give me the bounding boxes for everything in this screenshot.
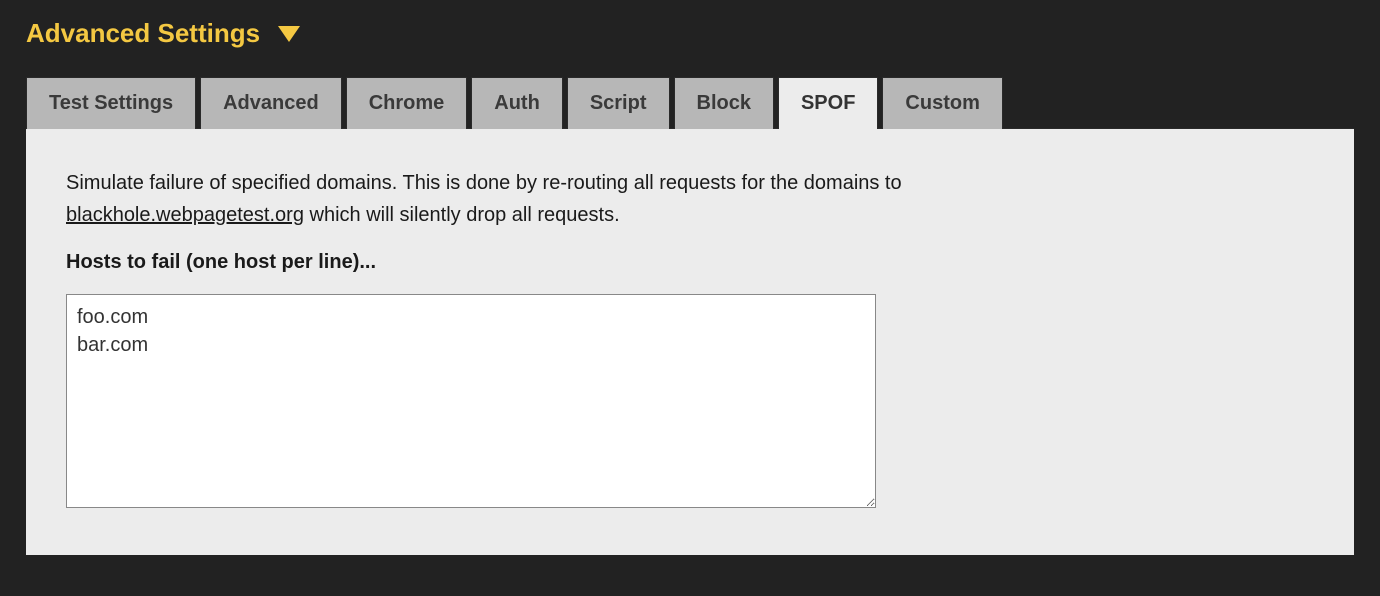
triangle-down-icon	[278, 26, 300, 42]
advanced-settings-title: Advanced Settings	[26, 18, 260, 49]
tab-block[interactable]: Block	[674, 77, 774, 129]
blackhole-link[interactable]: blackhole.webpagetest.org	[66, 204, 304, 226]
tab-chrome[interactable]: Chrome	[346, 77, 468, 129]
tab-script[interactable]: Script	[567, 77, 670, 129]
tab-custom[interactable]: Custom	[882, 77, 1002, 129]
hosts-to-fail-label: Hosts to fail (one host per line)...	[66, 251, 1314, 274]
spof-panel: Simulate failure of specified domains. T…	[26, 128, 1354, 555]
spof-description-pre: Simulate failure of specified domains. T…	[66, 172, 902, 194]
tab-auth[interactable]: Auth	[471, 77, 563, 129]
tab-advanced[interactable]: Advanced	[200, 77, 342, 129]
tab-bar: Test Settings Advanced Chrome Auth Scrip…	[26, 77, 1354, 129]
advanced-settings-toggle[interactable]: Advanced Settings	[26, 18, 300, 49]
spof-description: Simulate failure of specified domains. T…	[66, 167, 1106, 231]
tab-test-settings[interactable]: Test Settings	[26, 77, 196, 129]
tab-spof[interactable]: SPOF	[778, 77, 878, 129]
spof-description-post: which will silently drop all requests.	[304, 204, 620, 226]
hosts-to-fail-input[interactable]	[66, 294, 876, 508]
